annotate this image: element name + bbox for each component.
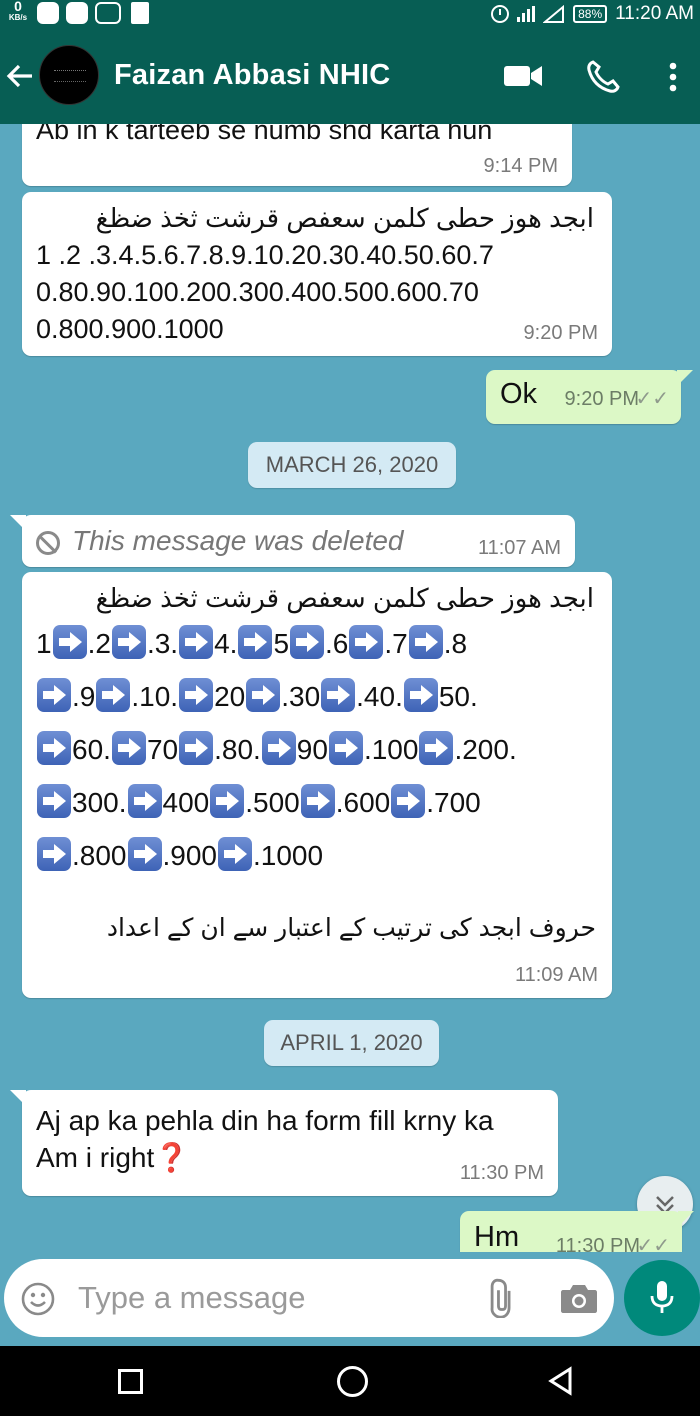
message-text: .9.10. 20.30.40. 50. [22,670,612,723]
arrow-right-icon [408,625,443,659]
blocked-icon [36,531,60,555]
more-options-icon[interactable] [667,62,679,92]
date-separator: APRIL 1, 2020 [264,1020,439,1066]
wifi-signal-icon [543,5,565,23]
message-time: 9:20 PM [523,322,598,344]
avatar[interactable] [39,45,99,105]
conversation-area[interactable]: Ab in k tarteeb se numb shd karta hun 9:… [0,124,700,1252]
arrow-right-icon [321,678,356,712]
message-time: 11:09 AM [514,964,598,986]
message-time: 11:30 PM [459,1162,544,1184]
read-receipt-icon: ✓✓ [635,388,669,410]
arrow-right-icon [127,784,162,818]
message-bubble-incoming[interactable]: Aj ap ka pehla din ha form fill krny ka … [10,1090,558,1196]
message-text: 0.80.90.100.200.300.400.500.600.70 [36,277,479,307]
arrow-right-icon [37,784,71,818]
message-bubble-incoming[interactable]: ابجد ھوز حطی کلمن سعفص قرشت ثخذ ضظغ 1 .2… [22,192,612,356]
clock: 11:20 AM [615,3,694,24]
arrow-right-icon [300,784,335,818]
deleted-message-text: This message was deleted [72,525,404,556]
video-call-icon[interactable] [503,62,543,90]
arrow-right-icon [328,731,363,765]
arrow-right-icon [111,625,146,659]
message-time: 9:14 PM [483,155,558,177]
message-text: Hm [474,1221,520,1252]
gmail-icon [95,2,121,24]
arrow-right-icon [261,731,296,765]
message-input-container[interactable]: Type a message [4,1259,614,1337]
message-text: 1 .2 .3.4.5.6.7.8.9.10.20.30.40.50.60.7 [36,240,494,270]
message-text: 1.2.3. 4. 5.6.7.8 [22,617,612,670]
message-bubble-deleted[interactable]: This message was deleted 11:07 AM [10,515,575,567]
read-receipt-icon: ✓✓ [636,1235,670,1252]
message-time: 9:20 PM [564,388,639,410]
message-time: 11:07 AM [477,537,561,559]
message-text: 60. 70.80. 90.100.200. [22,723,612,776]
status-bar: 0 KB/s 88% 11:20 AM [0,0,700,28]
message-text-urdu: ابجد ھوز حطی کلمن سعفص قرشت ثخذ ضظغ [95,583,594,613]
signal-icon [517,6,536,22]
attachment-icon[interactable] [482,1278,522,1318]
arrow-right-icon [37,837,71,871]
message-bubble-incoming[interactable]: Ab in k tarteeb se numb shd karta hun 9:… [22,124,572,186]
message-time: 11:30 PM [555,1235,640,1252]
voice-message-button[interactable] [624,1260,700,1336]
arrow-right-icon [179,678,214,712]
message-text-urdu: حروف ابجد کی ترتیب کے اعتبار سے ان کے اع… [106,914,596,942]
arrow-right-icon [391,784,426,818]
arrow-right-icon [37,731,71,765]
message-text: Ok [500,378,538,410]
recent-apps-button[interactable] [118,1369,143,1394]
home-button[interactable] [337,1366,368,1397]
message-input[interactable]: Type a message [78,1280,305,1316]
message-text: .800.900.1000 [22,829,612,882]
arrow-right-icon [179,625,214,659]
message-composer: Type a message [0,1252,700,1346]
chat-header: Faizan Abbasi NHIC [0,28,700,124]
arrow-right-icon [127,837,162,871]
arrow-right-icon [111,731,146,765]
arrow-right-icon [210,784,245,818]
date-separator: MARCH 26, 2020 [248,442,456,488]
question-mark-emoji: ❓ [154,1142,190,1173]
camera-icon[interactable] [559,1281,599,1315]
message-text-urdu: ابجد ھوز حطی کلمن سعفص قرشت ثخذ ضظغ [95,203,594,233]
arrow-right-icon [218,837,252,871]
microphone-icon [650,1281,674,1313]
arrow-right-icon [349,625,384,659]
arrow-right-icon [179,731,214,765]
arrow-right-icon [290,625,325,659]
message-bubble-outgoing[interactable]: Hm 11:30 PM ✓✓ [460,1211,694,1252]
message-bubble-outgoing[interactable]: Ok 9:20 PM ✓✓ [486,370,693,424]
back-arrow-icon[interactable] [6,62,34,90]
arrow-right-icon [37,678,71,712]
notification-icon [37,2,59,24]
emoji-icon[interactable] [21,1282,55,1316]
arrow-right-icon [403,678,438,712]
message-bubble-incoming[interactable]: ابجد ھوز حطی کلمن سعفص قرشت ثخذ ضظغ 1.2.… [22,572,612,998]
arrow-right-icon [52,625,87,659]
message-text: Aj ap ka pehla din ha form fill krny ka [36,1105,494,1136]
notification-icon [131,2,149,24]
phone-call-icon[interactable] [586,60,620,94]
message-text: Ab in k tarteeb se numb shd karta hun [36,124,493,145]
contact-name[interactable]: Faizan Abbasi NHIC [114,59,390,92]
battery-indicator: 88% [573,5,608,23]
arrow-right-icon [246,678,281,712]
arrow-right-icon [96,678,131,712]
notification-icon [66,2,88,24]
arrow-right-icon [419,731,454,765]
back-button[interactable] [547,1366,573,1396]
alarm-icon [491,5,510,23]
network-speed: 0 KB/s [8,0,28,22]
system-navigation-bar [0,1346,700,1416]
arrow-right-icon [238,625,273,659]
message-text: 300. 400.500.600.700 [22,776,612,829]
